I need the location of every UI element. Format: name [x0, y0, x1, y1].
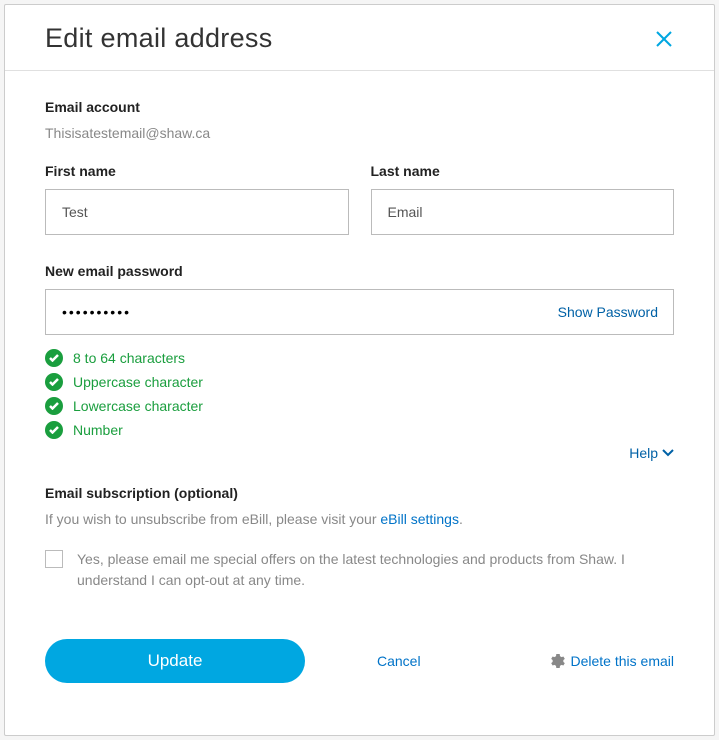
subscription-label: Email subscription (optional) — [45, 485, 674, 501]
check-icon — [45, 421, 63, 439]
last-name-group: Last name — [371, 163, 675, 235]
help-text: Help — [629, 445, 658, 461]
email-account-value: Thisisatestemail@shaw.ca — [45, 125, 674, 141]
optin-row: Yes, please email me special offers on t… — [45, 549, 674, 591]
last-name-label: Last name — [371, 163, 675, 179]
cancel-button[interactable]: Cancel — [377, 653, 421, 669]
gear-icon — [549, 653, 565, 669]
check-icon — [45, 397, 63, 415]
close-icon — [655, 30, 673, 48]
optin-text: Yes, please email me special offers on t… — [77, 549, 674, 591]
ebill-settings-link[interactable]: eBill settings — [380, 511, 459, 527]
modal-scroll-area[interactable]: Email account Thisisatestemail@shaw.ca F… — [5, 71, 714, 735]
ebill-pre: If you wish to unsubscribe from eBill, p… — [45, 511, 380, 527]
modal-content: Email account Thisisatestemail@shaw.ca F… — [5, 71, 714, 703]
check-length: 8 to 64 characters — [45, 349, 674, 367]
help-link[interactable]: Help — [629, 445, 674, 461]
check-number-text: Number — [73, 422, 123, 438]
modal-header: Edit email address — [5, 5, 714, 71]
delete-email-text: Delete this email — [571, 653, 675, 669]
actions-row: Update Cancel Delete this email — [45, 639, 674, 683]
password-label: New email password — [45, 263, 674, 279]
optin-checkbox[interactable] — [45, 550, 63, 568]
ebill-text: If you wish to unsubscribe from eBill, p… — [45, 511, 674, 527]
last-name-input[interactable] — [371, 189, 675, 235]
modal-title: Edit email address — [45, 23, 273, 54]
check-uppercase-text: Uppercase character — [73, 374, 203, 390]
password-group: Show Password — [45, 289, 674, 335]
check-lowercase-text: Lowercase character — [73, 398, 203, 414]
password-checks: 8 to 64 characters Uppercase character L… — [45, 349, 674, 439]
check-uppercase: Uppercase character — [45, 373, 674, 391]
delete-email-button[interactable]: Delete this email — [549, 653, 675, 669]
help-row: Help — [45, 445, 674, 461]
update-button[interactable]: Update — [45, 639, 305, 683]
check-icon — [45, 349, 63, 367]
check-length-text: 8 to 64 characters — [73, 350, 185, 366]
first-name-group: First name — [45, 163, 349, 235]
ebill-post: . — [459, 511, 463, 527]
check-number: Number — [45, 421, 674, 439]
name-row: First name Last name — [45, 163, 674, 235]
show-password-toggle[interactable]: Show Password — [558, 304, 658, 320]
chevron-down-icon — [662, 449, 674, 457]
edit-email-modal: Edit email address Email account Thisisa… — [4, 4, 715, 736]
first-name-input[interactable] — [45, 189, 349, 235]
close-button[interactable] — [654, 29, 674, 49]
email-account-label: Email account — [45, 99, 674, 115]
check-lowercase: Lowercase character — [45, 397, 674, 415]
check-icon — [45, 373, 63, 391]
first-name-label: First name — [45, 163, 349, 179]
